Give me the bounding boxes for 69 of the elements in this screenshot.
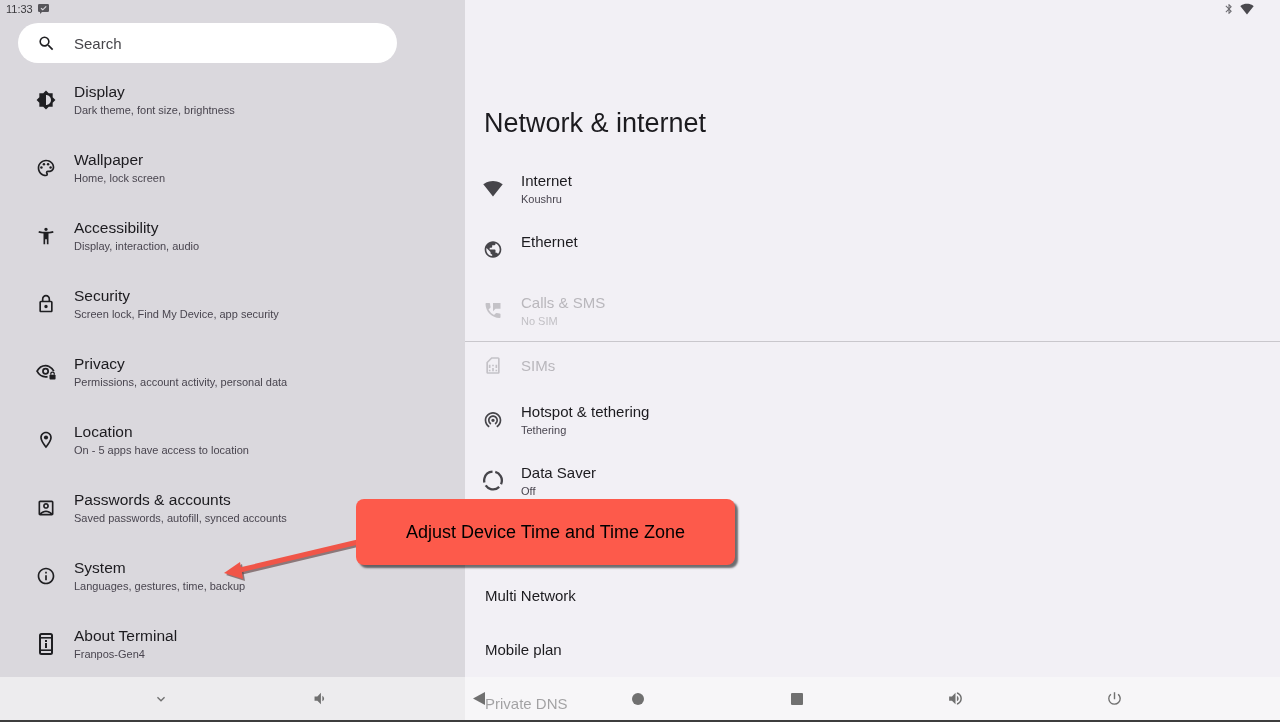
notification-icon xyxy=(37,4,49,14)
item-title: SIMs xyxy=(521,355,556,376)
item-subtitle: Permissions, account activity, personal data xyxy=(74,375,288,390)
phone-message-icon xyxy=(483,300,503,321)
item-subtitle: On - 5 apps have access to location xyxy=(74,443,249,458)
globe-icon xyxy=(483,239,503,260)
list-item[interactable]: Ethernet xyxy=(465,219,1280,280)
item-title: Ethernet xyxy=(521,231,578,252)
item-title: Privacy xyxy=(74,354,125,374)
item-subtitle: Dark theme, font size, brightness xyxy=(74,103,235,118)
sidebar-item[interactable]: Display Dark theme, font size, brightness xyxy=(0,66,235,134)
info-icon xyxy=(36,565,56,587)
item-title: About Terminal xyxy=(74,626,178,646)
item-title: Multi Network xyxy=(485,586,576,606)
list-item[interactable]: Internet Koushru xyxy=(465,158,1280,219)
sidebar-item[interactable]: Accessibility Display, interaction, audio xyxy=(0,202,200,270)
item-title: Hotspot & tethering xyxy=(521,401,650,422)
device-info-icon xyxy=(39,633,53,655)
person-icon xyxy=(36,225,56,247)
sidebar-item[interactable]: Security Screen lock, Find My Device, app security xyxy=(0,270,279,338)
annotation-callout: Adjust Device Time and Time Zone xyxy=(356,499,735,565)
item-subtitle: Koushru xyxy=(521,191,562,207)
bluetooth-icon xyxy=(1223,3,1235,15)
power-icon[interactable] xyxy=(1106,690,1123,707)
list-item[interactable]: Mobile plan xyxy=(465,623,1280,677)
item-subtitle: Screen lock, Find My Device, app security xyxy=(74,307,279,322)
status-time: 11:33 xyxy=(6,2,33,16)
wifi-icon xyxy=(1240,2,1254,16)
item-title: Wallpaper xyxy=(74,150,144,170)
item-subtitle: Languages, gestures, time, backup xyxy=(74,579,246,594)
item-title: Mobile plan xyxy=(485,640,562,660)
item-subtitle: Home, lock screen xyxy=(74,171,166,186)
item-title: Accessibility xyxy=(74,218,159,238)
back-icon[interactable] xyxy=(472,692,485,705)
lock-icon xyxy=(36,293,56,315)
sidebar-item[interactable]: Wallpaper Home, lock screen xyxy=(0,134,166,202)
item-title: Location xyxy=(74,422,133,442)
palette-icon xyxy=(36,157,56,179)
search-icon xyxy=(37,33,56,53)
item-title: Data Saver xyxy=(521,462,597,483)
sidebar-item[interactable]: System Languages, gestures, time, backup xyxy=(0,542,246,610)
sidebar-item[interactable]: Location On - 5 apps have access to location xyxy=(0,406,249,474)
wifi-icon xyxy=(483,178,503,199)
item-title: Passwords & accounts xyxy=(74,490,231,510)
sidebar-item[interactable]: Passwords & accounts Saved passwords, autofill, synced accounts xyxy=(0,474,287,542)
item-subtitle: Saved passwords, autofill, synced accounts xyxy=(74,511,287,526)
volume-up-icon[interactable] xyxy=(947,690,964,707)
home-icon[interactable] xyxy=(631,692,644,705)
list-item[interactable]: Multi Network xyxy=(465,569,1280,623)
item-title: Internet xyxy=(521,170,572,191)
item-title: Private DNS xyxy=(485,694,568,714)
data-saver-icon xyxy=(483,470,503,491)
brightness-icon xyxy=(36,89,56,111)
search-field[interactable]: Search xyxy=(18,23,397,63)
sidebar-item[interactable]: About Terminal Franpos-Gen4 xyxy=(0,610,178,678)
item-title: Display xyxy=(74,82,125,102)
list-item[interactable]: Hotspot & tethering Tethering xyxy=(465,389,1280,450)
item-title: System xyxy=(74,558,126,578)
item-subtitle: Off xyxy=(521,483,536,499)
page-title: Network & internet xyxy=(484,107,707,139)
item-subtitle: Franpos-Gen4 xyxy=(74,647,145,662)
sim-card-icon xyxy=(483,355,503,376)
hotspot-icon xyxy=(483,409,503,430)
item-subtitle: Display, interaction, audio xyxy=(74,239,200,254)
item-title: Security xyxy=(74,286,130,306)
item-title: Calls & SMS xyxy=(521,292,606,313)
sidebar-item[interactable]: Privacy Permissions, account activity, personal data xyxy=(0,338,288,406)
item-subtitle: Tethering xyxy=(521,422,567,438)
eye-lock-icon xyxy=(36,363,56,381)
